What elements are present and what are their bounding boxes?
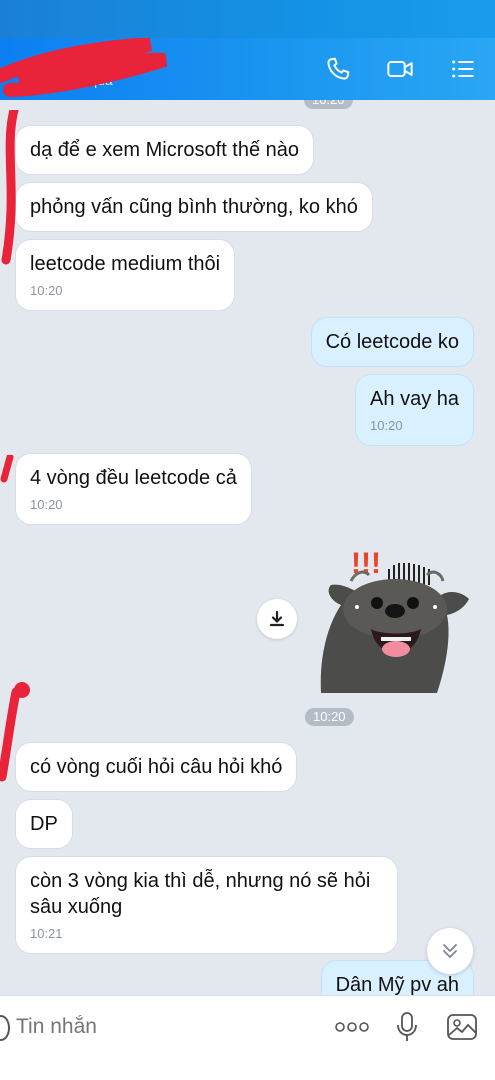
surprised-dog-sticker[interactable]: !!! bbox=[311, 543, 471, 693]
message-text: có vòng cuối hỏi câu hỏi khó bbox=[30, 756, 283, 778]
status-bar bbox=[0, 0, 495, 38]
message-time: 10:20 bbox=[370, 418, 403, 433]
download-icon bbox=[269, 610, 285, 627]
message-incoming[interactable]: DP bbox=[15, 799, 73, 849]
chat-header: p n qua bbox=[0, 38, 495, 100]
message-composer bbox=[0, 995, 495, 1080]
message-incoming[interactable]: dạ để e xem Microsoft thế nào bbox=[15, 125, 315, 175]
phone-icon[interactable] bbox=[322, 53, 354, 85]
message-incoming[interactable]: leetcode medium thôi 10:20 bbox=[15, 239, 236, 311]
message-text: DP bbox=[30, 813, 58, 835]
redaction-mark bbox=[1, 110, 19, 265]
timestamp-pill: 10:20 bbox=[305, 708, 354, 726]
message-text: Ah vay ha bbox=[370, 388, 459, 410]
message-text: leetcode medium thôi bbox=[30, 253, 221, 275]
message-outgoing[interactable]: Ah vay ha 10:20 bbox=[355, 374, 474, 446]
message-incoming[interactable]: phỏng vấn cũng bình thường, ko khó bbox=[15, 182, 373, 232]
message-incoming[interactable]: còn 3 vòng kia thì dễ, nhưng nó sẽ hỏi s… bbox=[15, 856, 398, 954]
redaction-mark bbox=[0, 455, 14, 483]
microphone-icon[interactable] bbox=[394, 1010, 420, 1044]
menu-list-icon[interactable] bbox=[447, 53, 479, 85]
redaction-scribble bbox=[0, 38, 168, 97]
message-incoming[interactable]: 4 vòng đều leetcode cả 10:20 bbox=[15, 453, 252, 525]
message-input[interactable] bbox=[16, 1012, 316, 1042]
message-outgoing[interactable]: Có leetcode ko bbox=[310, 317, 474, 367]
download-button[interactable] bbox=[257, 599, 297, 639]
chevron-down-icon bbox=[443, 944, 457, 958]
timestamp-pill: 10:20 bbox=[304, 100, 353, 109]
message-time: 10:20 bbox=[30, 497, 63, 512]
redaction-mark bbox=[0, 682, 30, 782]
message-text: phỏng vấn cũng bình thường, ko khó bbox=[30, 196, 358, 218]
message-text: 4 vòng đều leetcode cả bbox=[30, 467, 237, 489]
message-text: Dân Mỹ pv ah bbox=[335, 974, 459, 995]
message-text: Có leetcode ko bbox=[325, 331, 459, 353]
video-call-icon[interactable] bbox=[384, 53, 416, 85]
message-time: 10:21 bbox=[30, 926, 63, 941]
scroll-down-button[interactable] bbox=[427, 928, 473, 974]
message-incoming[interactable]: có vòng cuối hỏi câu hỏi khó bbox=[15, 742, 298, 792]
message-text: còn 3 vòng kia thì dễ, nhưng nó sẽ hỏi s… bbox=[30, 870, 371, 918]
more-options-icon[interactable] bbox=[334, 1010, 370, 1044]
message-text: dạ để e xem Microsoft thế nào bbox=[30, 139, 300, 161]
emoji-icon[interactable] bbox=[0, 1015, 10, 1041]
image-icon[interactable] bbox=[446, 1010, 478, 1044]
message-time: 10:20 bbox=[30, 283, 63, 298]
message-list[interactable]: 10:20 dạ để e xem Microsoft thế nào phỏn… bbox=[0, 100, 495, 995]
